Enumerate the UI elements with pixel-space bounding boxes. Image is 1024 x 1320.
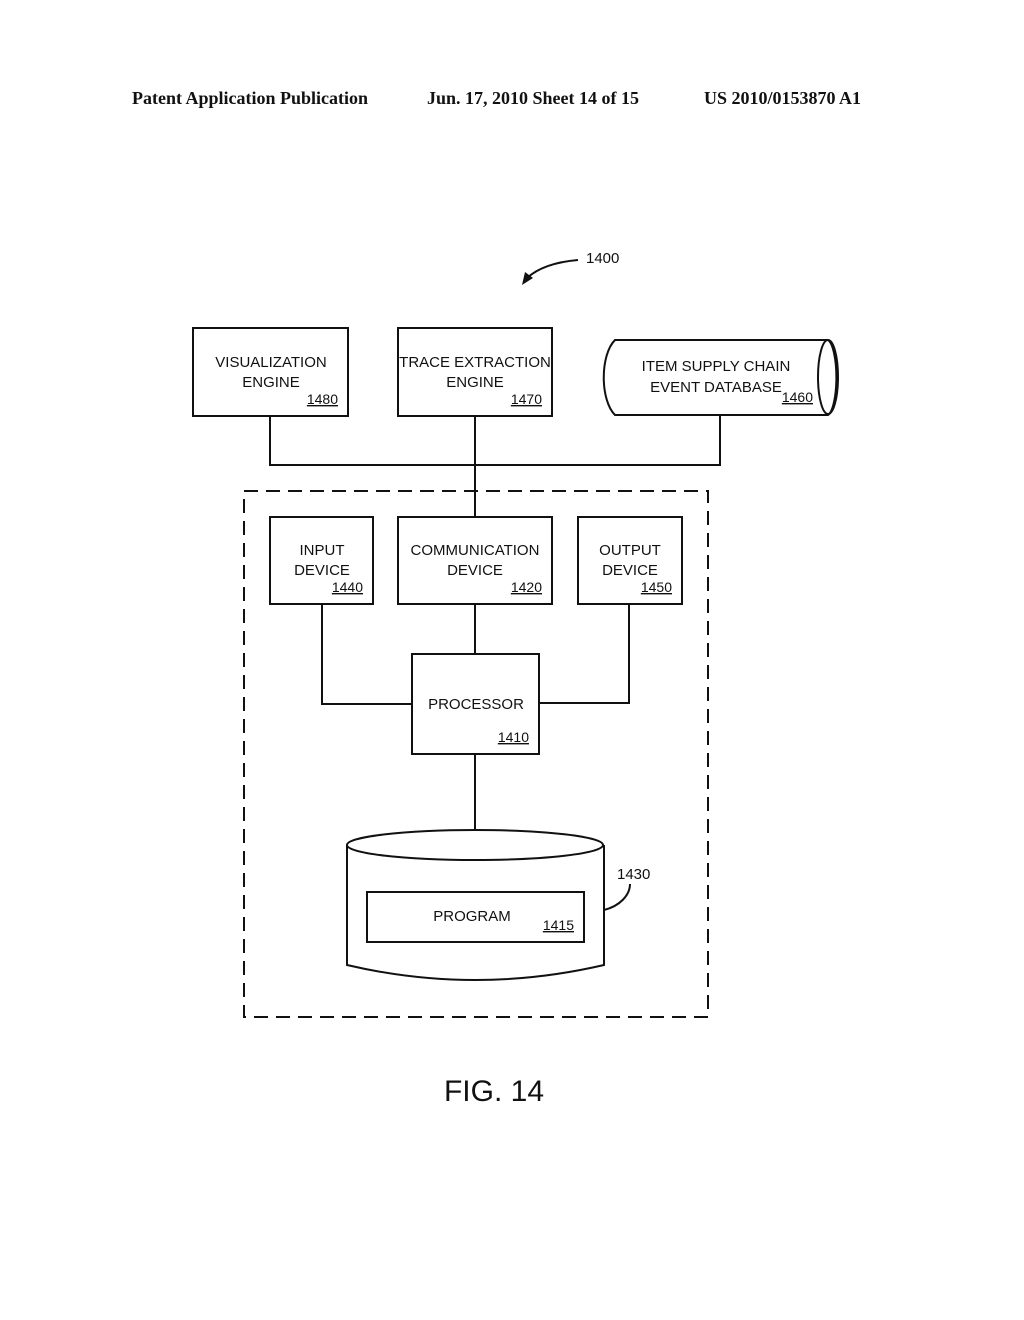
output-device-box: OUTPUT DEVICE 1450 [577, 516, 683, 605]
trace-extraction-engine-ref: 1470 [511, 391, 542, 407]
event-database-ref: 1460 [782, 389, 813, 405]
processor-label: PROCESSOR [428, 696, 524, 713]
storage-ref: 1430 [617, 866, 650, 883]
event-database-line1: ITEM SUPPLY CHAIN [642, 358, 791, 375]
input-device-line1: INPUT [300, 542, 345, 559]
trace-extraction-engine-box: TRACE EXTRACTION ENGINE 1470 [397, 327, 553, 417]
storage-cylinder: PROGRAM 1415 1430 [346, 829, 650, 981]
trace-extraction-engine-line2: ENGINE [446, 374, 504, 391]
trace-extraction-engine-line1: TRACE EXTRACTION [399, 354, 551, 371]
communication-device-box: COMMUNICATION DEVICE 1420 [397, 516, 553, 605]
event-database-line2: EVENT DATABASE [650, 379, 782, 396]
ref-1400-arrow [522, 259, 579, 285]
program-label: PROGRAM [433, 908, 511, 925]
input-device-ref: 1440 [332, 579, 363, 595]
input-device-line2: DEVICE [294, 562, 350, 579]
communication-device-line2: DEVICE [447, 562, 503, 579]
ref-1430-leader [603, 883, 631, 911]
communication-device-ref: 1420 [511, 579, 542, 595]
output-device-ref: 1450 [641, 579, 672, 595]
visualization-engine-line2: ENGINE [242, 374, 300, 391]
communication-device-line1: COMMUNICATION [411, 542, 540, 559]
output-device-line2: DEVICE [602, 562, 658, 579]
program-ref: 1415 [543, 917, 574, 933]
processor-box: PROCESSOR 1410 [411, 653, 540, 755]
visualization-engine-line1: VISUALIZATION [215, 354, 326, 371]
ref-1400-label: 1400 [586, 250, 619, 267]
output-device-line1: OUTPUT [599, 542, 661, 559]
figure-diagram: 1400 VISUALIZATION ENGINE 1480 TRACE EXT… [192, 250, 839, 1108]
figure-caption: FIG. 14 [444, 1075, 544, 1108]
visualization-engine-ref: 1480 [307, 391, 338, 407]
event-database-cylinder: ITEM SUPPLY CHAIN EVENT DATABASE 1460 [602, 339, 839, 416]
processor-ref: 1410 [498, 729, 529, 745]
input-device-box: INPUT DEVICE 1440 [269, 516, 374, 605]
visualization-engine-box: VISUALIZATION ENGINE 1480 [192, 327, 349, 417]
top-bus-connectors [269, 415, 721, 517]
